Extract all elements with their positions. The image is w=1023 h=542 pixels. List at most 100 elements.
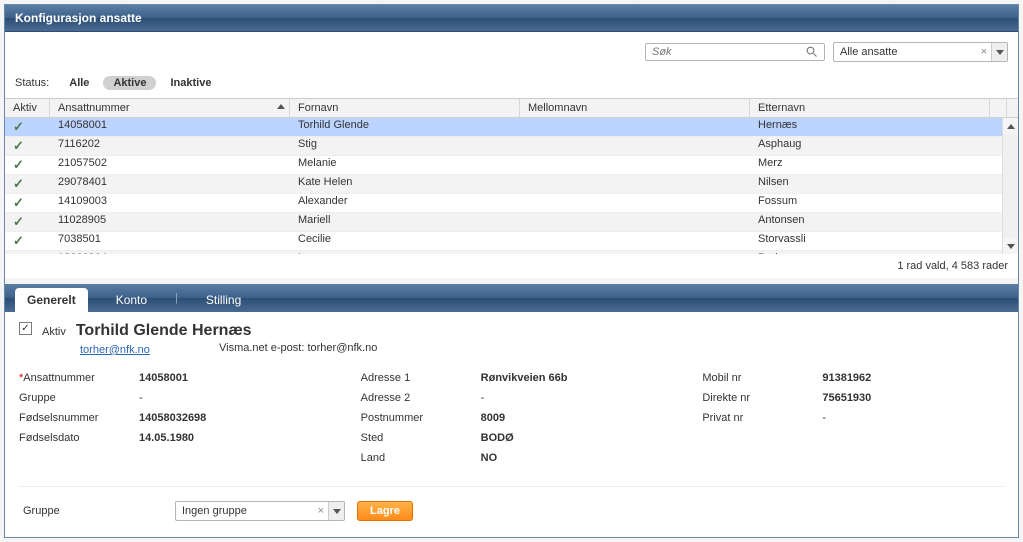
sort-asc-icon	[277, 104, 285, 109]
val-postnummer: 8009	[481, 412, 505, 424]
col-fornavn[interactable]: Fornavn	[290, 99, 520, 117]
val-ansattnummer: 14058001	[139, 372, 188, 384]
lbl-privat: Privat nr	[702, 412, 822, 424]
search-input[interactable]	[645, 43, 825, 61]
status-all[interactable]: Alle	[69, 77, 89, 89]
cell-mellomnavn	[520, 137, 750, 155]
col-mellomnavn[interactable]: Mellomnavn	[520, 99, 750, 117]
lbl-ansattnummer: Ansattnummer	[23, 372, 95, 384]
cell-etternavn: Storvassli	[750, 232, 990, 250]
table-row[interactable]: ✓29078401Kate HelenNilsen	[5, 175, 1018, 194]
detail-panel: ✓ Aktiv Torhild Glende Hernæs torher@nfk…	[5, 312, 1018, 537]
search-field[interactable]	[652, 46, 806, 58]
cell-ansattnummer: 14109003	[50, 194, 290, 212]
lbl-adresse1: Adresse 1	[361, 372, 481, 384]
cell-ansattnummer: 29078401	[50, 175, 290, 193]
scrollbar[interactable]	[1002, 118, 1018, 254]
bottom-gruppe-label: Gruppe	[23, 505, 163, 517]
chevron-down-icon[interactable]	[991, 43, 1007, 61]
cell-ansattnummer: 11028905	[50, 213, 290, 231]
cell-mellomnavn	[520, 232, 750, 250]
grid-footer: 1 rad vald, 4 583 rader	[5, 254, 1018, 278]
lbl-sted: Sted	[361, 432, 481, 444]
clear-icon[interactable]: ×	[314, 505, 328, 517]
cell-mellomnavn	[520, 118, 750, 136]
table-row[interactable]: ✓ 18066904Lene Pedersen	[5, 251, 1018, 254]
cell-fornavn: Alexander	[290, 194, 520, 212]
table-row[interactable]: ✓ 7038501Cecilie Storvassli	[5, 232, 1018, 251]
chevron-down-icon[interactable]	[328, 502, 344, 520]
check-icon: ✓	[13, 138, 24, 154]
window-title: Konfigurasjon ansatte	[15, 11, 142, 25]
table-row[interactable]: ✓11028905MariellAntonsen	[5, 213, 1018, 232]
cell-fornavn: Mariell	[290, 213, 520, 231]
detail-tabs: Generelt Konto | Stilling	[5, 284, 1018, 312]
cell-ansattnummer: 21057502	[50, 156, 290, 174]
lbl-postnummer: Postnummer	[361, 412, 481, 424]
val-fodselsnummer: 14058032698	[139, 412, 206, 424]
val-direkte: 75651930	[822, 392, 871, 404]
clear-icon[interactable]: ×	[977, 46, 991, 58]
table-row[interactable]: ✓ 14109003Alexander Fossum	[5, 194, 1018, 213]
scroll-up-icon[interactable]	[1003, 118, 1018, 134]
filter-combo[interactable]: Alle ansatte ×	[833, 42, 1008, 62]
cell-fornavn: Torhild Glende	[290, 118, 520, 136]
status-label: Status:	[15, 77, 49, 89]
check-icon: ✓	[13, 252, 24, 254]
cell-fornavn: Lene	[290, 251, 520, 254]
detail-col-1: *Ansattnummer14058001 Gruppe- Fødselsnum…	[19, 368, 321, 468]
table-row[interactable]: ✓7116202StigAsphaug	[5, 137, 1018, 156]
check-icon: ✓	[13, 176, 24, 192]
cell-etternavn: Merz	[750, 156, 990, 174]
gruppe-combo[interactable]: Ingen gruppe ×	[175, 501, 345, 521]
cell-ansattnummer: 7038501	[50, 232, 290, 250]
cell-etternavn: Fossum	[750, 194, 990, 212]
check-icon: ✓	[13, 119, 24, 135]
cell-etternavn: Pedersen	[750, 251, 990, 254]
status-active[interactable]: Aktive	[103, 76, 156, 90]
lbl-direkte: Direkte nr	[702, 392, 822, 404]
email-link[interactable]: torher@nfk.no	[80, 344, 150, 356]
grid-header: Aktiv Ansattnummer Fornavn Mellomnavn Et…	[5, 99, 1018, 118]
tab-generelt[interactable]: Generelt	[15, 288, 88, 312]
scroll-down-icon[interactable]	[1003, 238, 1018, 254]
cell-fornavn: Melanie	[290, 156, 520, 174]
col-aktiv[interactable]: Aktiv	[5, 99, 50, 117]
cell-mellomnavn	[520, 156, 750, 174]
val-privat: -	[822, 412, 826, 424]
tab-konto[interactable]: Konto	[104, 288, 159, 312]
tab-separator: |	[175, 292, 178, 304]
search-icon	[806, 46, 818, 58]
lbl-mobil: Mobil nr	[702, 372, 822, 384]
visma-email-row: Visma.net e-post: torher@nfk.no	[219, 342, 1004, 354]
cell-ansattnummer: 14058001	[50, 118, 290, 136]
filter-combo-value: Alle ansatte	[834, 44, 977, 60]
status-options: Alle Aktive Inaktive	[69, 76, 211, 90]
visma-value: torher@nfk.no	[307, 342, 377, 354]
cell-ansattnummer: 18066904	[50, 251, 290, 254]
status-inactive[interactable]: Inaktive	[170, 77, 211, 89]
cell-etternavn: Antonsen	[750, 213, 990, 231]
aktiv-checkbox[interactable]: ✓	[19, 322, 32, 335]
val-mobil: 91381962	[822, 372, 871, 384]
col-etternavn[interactable]: Etternavn	[750, 99, 990, 117]
check-icon: ✓	[13, 195, 24, 211]
cell-mellomnavn	[520, 175, 750, 193]
table-row[interactable]: ✓ 14058001Torhild Glende Hernæs	[5, 118, 1018, 137]
table-row[interactable]: ✓21057502MelanieMerz	[5, 156, 1018, 175]
gruppe-combo-value: Ingen gruppe	[176, 503, 314, 519]
cell-etternavn: Hernæs	[750, 118, 990, 136]
col-ansattnummer[interactable]: Ansattnummer	[50, 99, 290, 117]
status-filter: Status: Alle Aktive Inaktive	[5, 72, 1018, 98]
cell-mellomnavn	[520, 213, 750, 231]
grid-body: ✓ 14058001Torhild Glende Hernæs✓7116202Sti…	[5, 118, 1018, 254]
check-icon: ✓	[13, 233, 24, 249]
save-button[interactable]: Lagre	[357, 501, 413, 521]
details-table: *Ansattnummer14058001 Gruppe- Fødselsnum…	[19, 368, 1004, 468]
person-name: Torhild Glende Hernæs	[76, 322, 252, 340]
col-scroll-spacer	[990, 99, 1007, 117]
tab-stilling[interactable]: Stilling	[194, 288, 253, 312]
cell-fornavn: Cecilie	[290, 232, 520, 250]
val-adresse2: -	[481, 392, 485, 404]
cell-mellomnavn	[520, 194, 750, 212]
